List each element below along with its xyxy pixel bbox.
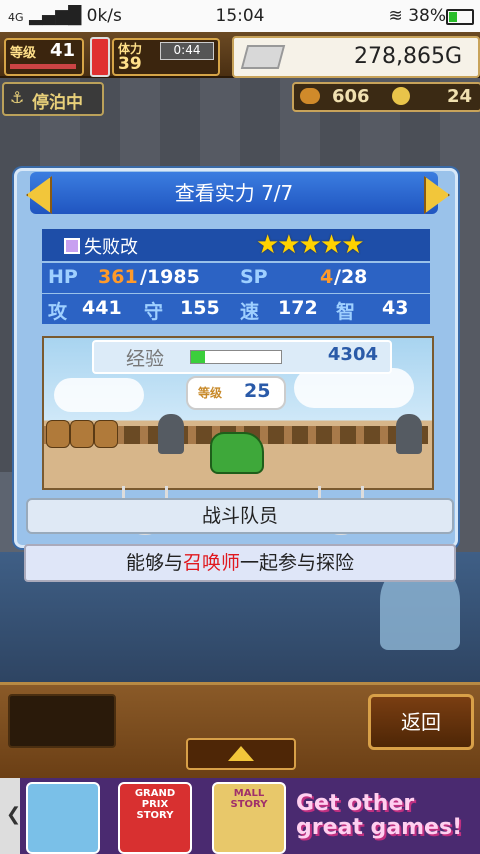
stamina-vial-icon — [90, 37, 110, 77]
resource-1-value: 606 — [332, 86, 370, 107]
character-description: 能够与召唤师一起参与探险 — [24, 544, 456, 582]
character-level-value: 25 — [244, 380, 271, 402]
barrel — [46, 420, 70, 448]
exp-bar — [190, 350, 282, 364]
attack-value: 441 — [82, 297, 122, 319]
exp-box: 经验 4304 — [92, 340, 392, 374]
defense-label: 守 — [144, 301, 164, 323]
resource-1-icon — [300, 88, 320, 104]
level-bubble: 等级 25 — [186, 376, 286, 410]
description-pre: 能够与 — [125, 552, 183, 574]
empty-slot — [8, 694, 116, 748]
intelligence-label: 智 — [336, 301, 356, 323]
game-icon-kingdom[interactable] — [26, 782, 100, 854]
cloud — [294, 368, 414, 408]
gold-display: 278,865G — [232, 36, 480, 78]
battery-percent: 38% — [408, 6, 446, 26]
exp-label: 经验 — [126, 348, 165, 370]
character-level-label: 等级 — [198, 386, 223, 400]
game-icon-grand-prix[interactable]: GRAND PRIX STORY — [118, 782, 192, 854]
description-highlight: 召唤师 — [182, 552, 240, 574]
stamina-timer: 0:44 — [160, 42, 214, 60]
game-icon-grand-prix-label: GRAND PRIX STORY — [134, 788, 176, 821]
level-label: 等级 — [10, 46, 37, 61]
barrel — [70, 420, 94, 448]
role-ribbon: 战斗队员 — [26, 498, 454, 534]
sp-current: 4 — [320, 266, 334, 288]
hp-current: 361 — [98, 266, 138, 288]
defense-value: 155 — [180, 297, 220, 319]
expand-up-button[interactable] — [186, 738, 296, 770]
hp-label: HP — [48, 266, 78, 288]
cloud — [54, 378, 144, 412]
stamina-value: 39 — [118, 54, 142, 74]
ad-edge[interactable]: ❮ — [0, 778, 22, 854]
gold-ingot-icon — [240, 45, 286, 69]
docked-label: 停泊中 — [32, 93, 83, 113]
stamina-box: 体力 39 0:44 — [112, 38, 220, 76]
back-button[interactable]: 返回 — [368, 694, 474, 750]
star-rating: ★★★★★ — [256, 230, 365, 260]
cannon — [396, 414, 422, 454]
cannon — [158, 414, 184, 454]
status-bar: 4G ▂▄▆█ 0k/s 15:04 ≋ 38% — [0, 0, 480, 32]
character-name: 失败改 — [84, 237, 138, 258]
level-progress-bar — [10, 64, 76, 69]
game-icon-mall-label: MALL STORY — [230, 788, 268, 810]
resource-2-value: 24 — [446, 86, 472, 107]
dialog-title: 查看实力 7/7 — [30, 172, 438, 214]
ad-cta[interactable]: Get other great games! — [296, 792, 472, 840]
medal-icon — [392, 87, 410, 105]
up-arrow-icon — [228, 746, 254, 761]
anchor-icon: ⚓ — [10, 88, 25, 107]
exp-bar-fill — [191, 351, 205, 363]
stat-row-hp-sp: HP 361 /1985 SP 4 /28 — [42, 263, 430, 293]
class-icon — [64, 238, 80, 254]
docked-status[interactable]: ⚓ 停泊中 — [2, 82, 104, 116]
character-sprite — [210, 432, 264, 474]
stat-row-attributes: 攻 441 守 155 速 172 智 43 — [42, 294, 430, 324]
game-icon-mall[interactable]: MALL STORY — [212, 782, 286, 854]
description-post: 一起参与探险 — [240, 552, 355, 574]
attack-label: 攻 — [48, 301, 68, 323]
battery-icon — [446, 9, 474, 25]
sp-label: SP — [240, 266, 268, 288]
name-bar: 失败改 — [42, 229, 430, 261]
intelligence-value: 43 — [382, 297, 409, 319]
gold-value: 278,865G — [353, 44, 462, 69]
player-level-box: 等级 41 — [4, 38, 84, 76]
speed-label: 速 — [240, 301, 260, 323]
sp-max: /28 — [334, 266, 368, 288]
exp-value: 4304 — [327, 344, 378, 365]
ad-banner[interactable]: ❮ GRAND PRIX STORY MALL STORY Get other … — [0, 778, 480, 854]
chevron-left-icon: ❮ — [6, 804, 22, 825]
speed-value: 172 — [278, 297, 318, 319]
resource-bar: 606 24 — [292, 82, 480, 112]
battery-fill — [449, 12, 458, 22]
hp-max: /1985 — [140, 266, 200, 288]
wifi-icon: ≋ — [388, 6, 403, 26]
barrel — [94, 420, 118, 448]
level-value: 41 — [50, 40, 76, 61]
